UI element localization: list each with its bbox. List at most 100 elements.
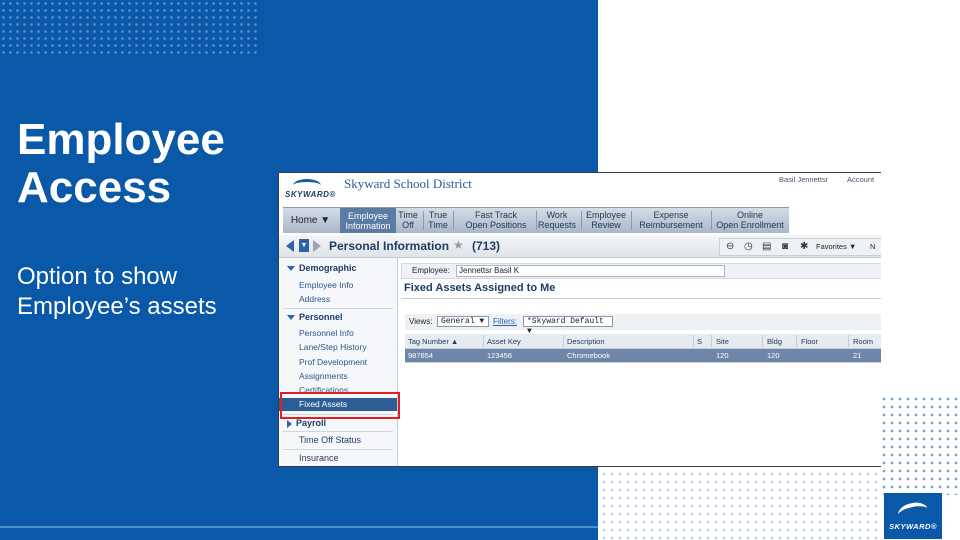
divider [283,308,393,309]
nav-label: Time [398,210,418,220]
favorites-star-icon[interactable]: ✱ [800,241,808,252]
nav-label: Fast Track [474,210,517,220]
nav-home[interactable]: Home ▼ [283,208,338,233]
column-header[interactable]: Description [567,337,605,346]
column-divider [848,335,849,347]
employee-field[interactable]: Jennettsr Basil K [456,265,725,277]
column-divider [563,335,564,347]
main-content: Employee: Jennettsr Basil K Fixed Assets… [401,261,881,466]
sidenav-group-payroll[interactable]: Payroll [287,418,326,428]
column-divider [693,335,694,347]
employee-label: Employee: [412,266,450,275]
decorative-dot-grid [600,470,880,540]
slide-title-line: Employee [17,115,225,164]
camera-icon[interactable]: ◙ [782,241,788,252]
nav-label: Open Enrollment [716,220,784,230]
sidenav-item-time-off-status[interactable]: Time Off Status [299,435,361,445]
nav-label: Expense [653,210,689,220]
filters-select[interactable]: *Skyward Default ▼ [523,316,613,336]
expand-triangle-icon [287,266,295,272]
sidenav-item-employee-info[interactable]: Employee Info [299,280,353,290]
account-link[interactable]: Account [847,175,874,184]
sidenav-group-demographic[interactable]: Demographic [287,263,357,273]
print-icon[interactable]: ▤ [762,241,771,252]
divider [0,526,598,528]
nav-expense-reimbursement[interactable]: Expense Reimbursement [634,210,708,230]
table-cell: 21 [853,351,862,360]
section-title: Fixed Assets Assigned to Me [404,282,556,294]
table-cell: 120 [716,351,729,360]
divider [401,298,881,299]
nav-time-off[interactable]: Time Off [396,210,420,230]
nav-fast-track[interactable]: Fast Track Open Positions [458,210,534,230]
column-header[interactable]: Bldg [767,337,782,346]
nav-label: Information [345,220,391,231]
nav-label: Reimbursement [639,220,703,230]
column-header[interactable]: Room [853,337,873,346]
slide-body-text: Option to show Employee’s assets [17,262,217,322]
next-menu[interactable]: N [870,242,875,251]
column-header[interactable]: S [697,337,702,346]
main-nav: Home ▼ Employee Information Time Off Tru… [283,207,789,233]
table-header: Tag Number ▲ Asset Key Description S Sit… [405,334,881,349]
sidenav-item-assignments[interactable]: Assignments [299,371,348,381]
nav-work-requests[interactable]: Work Requests [536,210,578,230]
nav-employee-review[interactable]: Employee Review [584,210,628,230]
nav-label: Employee [585,210,627,220]
nav-label: Employee [347,210,389,221]
logo-text: SKYWARD® [889,522,937,531]
toolbar: ⊖ ◷ ▤ ◙ ✱ Favorites ▼ N [719,238,881,256]
district-name: Skyward School District [344,176,472,191]
nav-divider [631,211,632,230]
nav-label: Work [546,210,568,220]
app-header: SKYWARD® Skyward School District Basil J… [279,173,881,206]
column-header[interactable]: Tag Number ▲ [408,337,458,346]
clock-icon[interactable]: ◷ [744,241,753,252]
nav-label: Open Positions [465,220,527,230]
nav-employee-information[interactable]: Employee Information [340,208,396,233]
decorative-dot-grid [0,0,260,56]
sidenav-item-lane-step-history[interactable]: Lane/Step History [299,342,367,352]
column-divider [711,335,712,347]
column-header[interactable]: Site [716,337,729,346]
sidenav-group-label: Demographic [299,263,357,273]
sidenav-item-personnel-info[interactable]: Personnel Info [299,328,354,338]
sidenav-item-insurance[interactable]: Insurance [299,453,339,463]
nav-divider [453,211,454,230]
sidenav-group-personnel[interactable]: Personnel [287,312,343,322]
column-divider [762,335,763,347]
page-code: (713) [472,239,501,253]
back-arrow-icon[interactable] [286,240,294,252]
nav-label: Review [591,220,621,230]
nav-online-open-enrollment[interactable]: Online Open Enrollment [713,210,787,230]
expand-triangle-icon [287,315,295,321]
sidenav-item-prof-development[interactable]: Prof Development [299,357,367,367]
side-navigation: Demographic Employee Info Address Person… [279,258,398,466]
table-cell: 123456 [487,351,513,360]
filters-link[interactable]: Filters: [493,317,517,326]
favorites-menu[interactable]: Favorites ▼ [816,242,856,251]
nav-label: Off [402,220,414,230]
sidenav-group-label: Payroll [296,418,327,428]
views-select[interactable]: General ▼ [437,316,489,327]
column-header[interactable]: Asset Key [487,337,521,346]
forward-arrow-icon[interactable] [313,240,321,252]
history-dropdown-icon[interactable]: ▼ [299,239,309,252]
nav-divider [581,211,582,230]
nav-divider [711,211,712,230]
minus-icon[interactable]: ⊖ [726,241,734,252]
user-name-link[interactable]: Basil Jennettsr [779,175,828,184]
table-cell: 987654 [408,351,434,360]
column-header[interactable]: Floor [801,337,818,346]
swoosh-icon [896,500,930,524]
skyward-logo: SKYWARD® [884,493,942,539]
column-divider [796,335,797,347]
sidenav-item-address[interactable]: Address [299,294,330,304]
nav-true-time[interactable]: True Time [426,210,450,230]
views-label: Views: [409,317,433,326]
table-row[interactable]: 987654 123456 Chromebook 120 120 21 [405,349,881,362]
column-divider [483,335,484,347]
nav-label: True [428,210,448,220]
decorative-dot-grid [880,395,960,495]
favorite-star-icon[interactable]: ★ [453,238,464,252]
